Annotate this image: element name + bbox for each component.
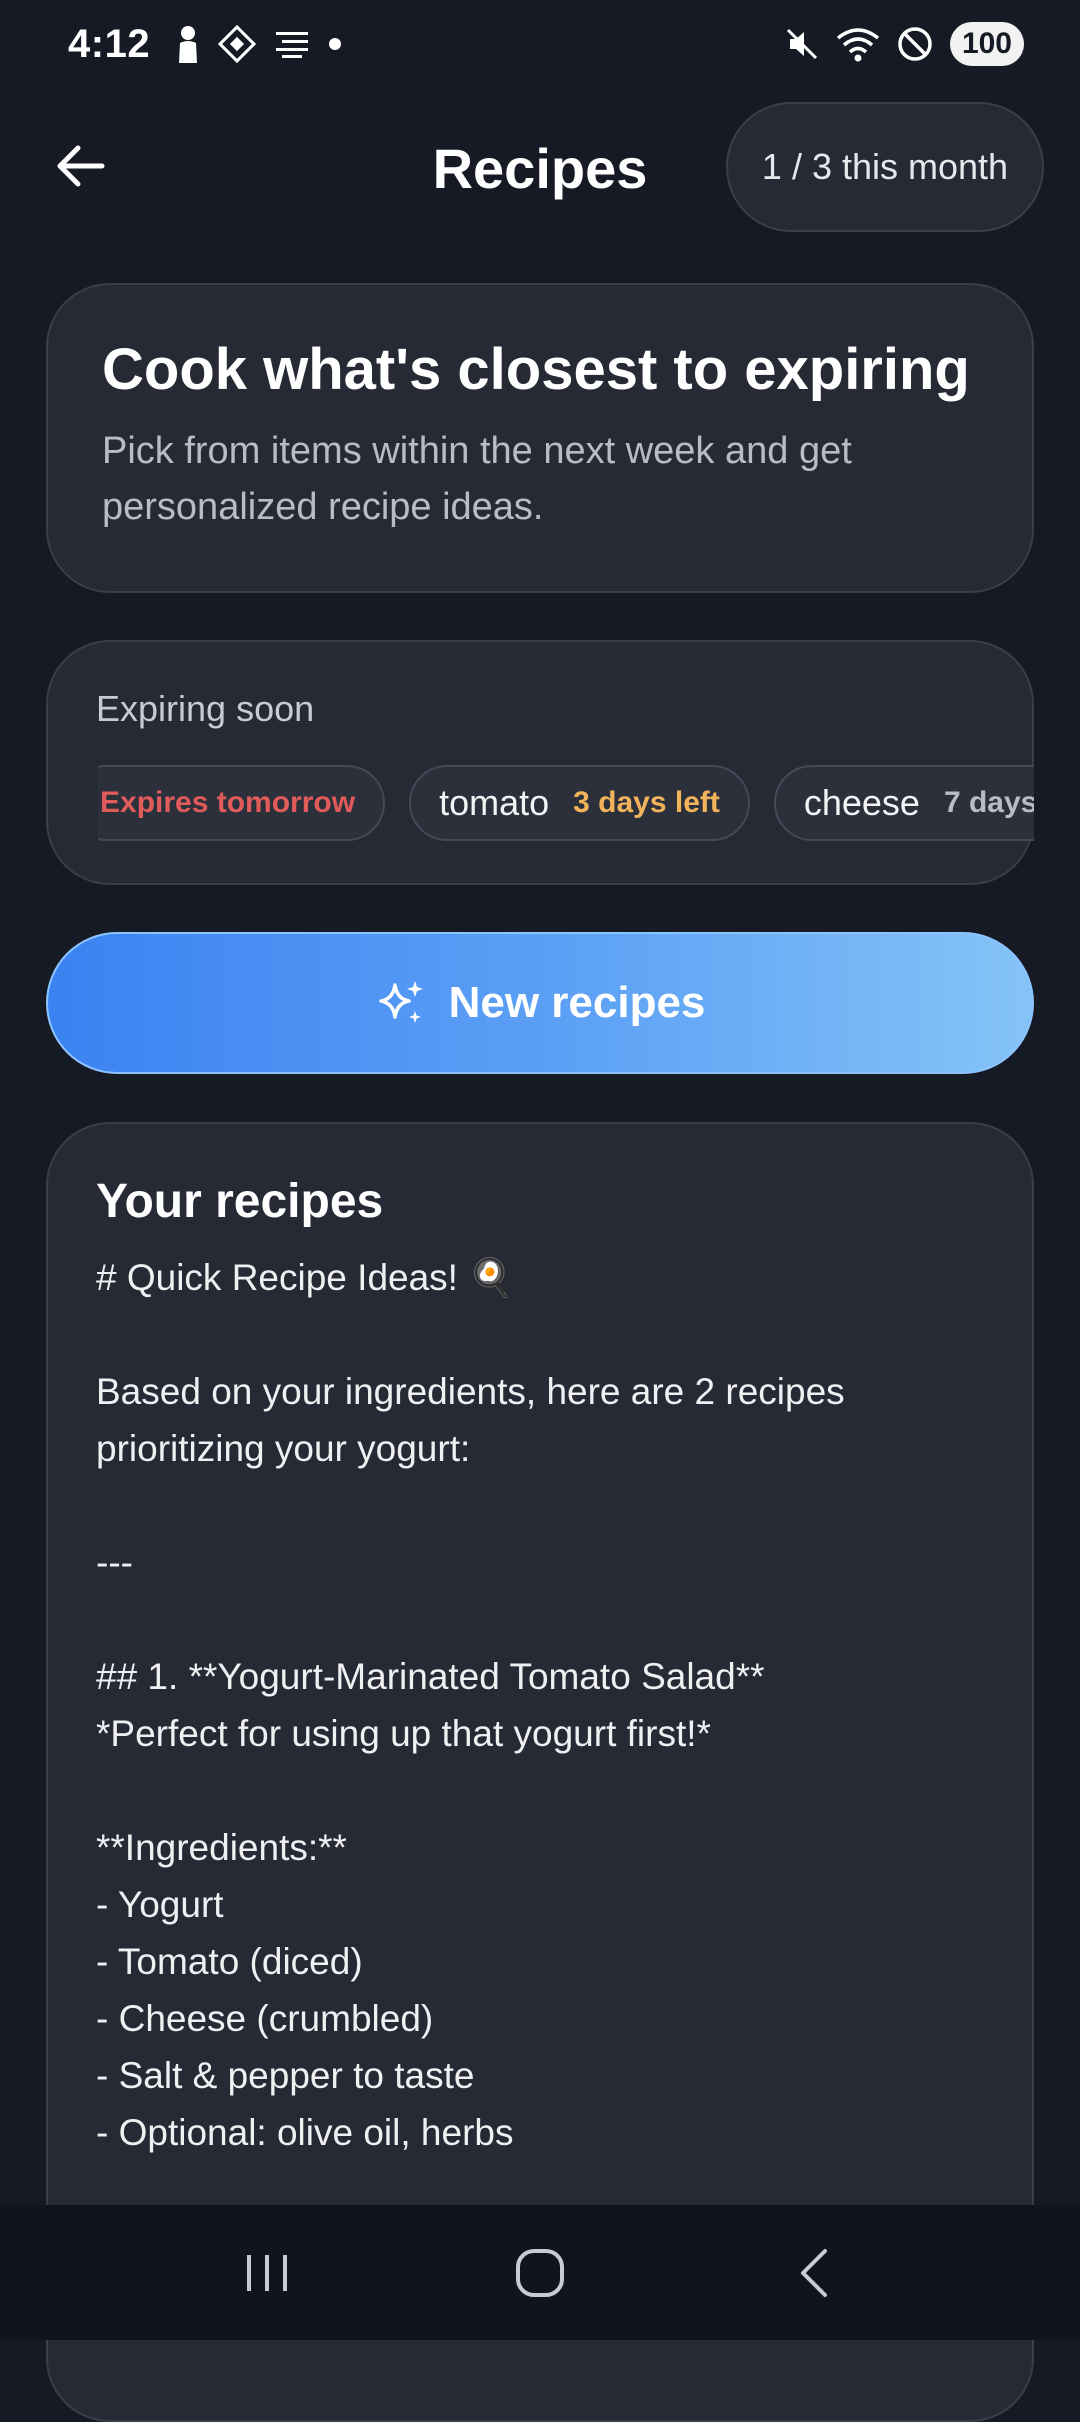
chevron-left-icon [801,2248,828,2297]
chip-name: cheese [803,782,920,823]
notes-icon [276,32,309,58]
chip-expiry: Expires tomorrow [100,786,356,819]
mute-icon [786,28,817,60]
expiring-chip[interactable]: Expires tomorrow [98,765,386,841]
recents-icon [246,2254,287,2291]
home-button[interactable] [500,2233,580,2313]
new-recipes-button[interactable]: New recipes [46,932,1034,1074]
your-recipes-title: Your recipes [96,1175,384,1228]
status-system-icons: 100 [784,22,1024,66]
home-icon [515,2248,564,2297]
app-header: Recipes 1 / 3 this month [0,100,1080,240]
hero-card: Cook what's closest to expiring Pick fro… [46,283,1034,593]
recipe-text: # Quick Recipe Ideas! 🍳 Based on your in… [96,1257,845,2153]
expiring-chip[interactable]: tomato 3 days left [409,765,750,841]
system-navigation-bar [0,2205,1080,2340]
expiring-chips-scroller[interactable]: Expires tomorrow tomato 3 days left chee… [98,758,1034,848]
status-notification-icons [176,25,342,63]
status-bar: 4:12 100 [0,0,1080,88]
hero-subtitle: Pick from items within the next week and… [102,430,852,528]
dot-icon [329,38,342,50]
status-time: 4:12 [68,21,151,66]
app-diamond-icon [218,25,257,63]
expiring-soon-card: Expiring soon Expires tomorrow tomato 3 … [46,640,1034,885]
hero-title: Cook what's closest to expiring [102,337,970,402]
expiring-soon-label: Expiring soon [96,688,315,729]
back-nav-button[interactable] [773,2233,853,2313]
new-recipes-label: New recipes [448,978,706,1027]
recents-button[interactable] [227,2233,307,2313]
expiring-chip[interactable]: cheese 7 days left [773,765,1034,841]
sparkles-icon [378,981,423,1023]
chip-name: tomato [439,782,550,823]
monthly-quota-badge: 1 / 3 this month [726,102,1044,232]
chip-expiry: 7 days left [943,786,1034,819]
wifi-icon [836,28,880,62]
chip-expiry: 3 days left [573,786,720,819]
dnd-icon [898,27,932,61]
person-icon [179,26,198,63]
battery-indicator: 100 [949,22,1024,66]
